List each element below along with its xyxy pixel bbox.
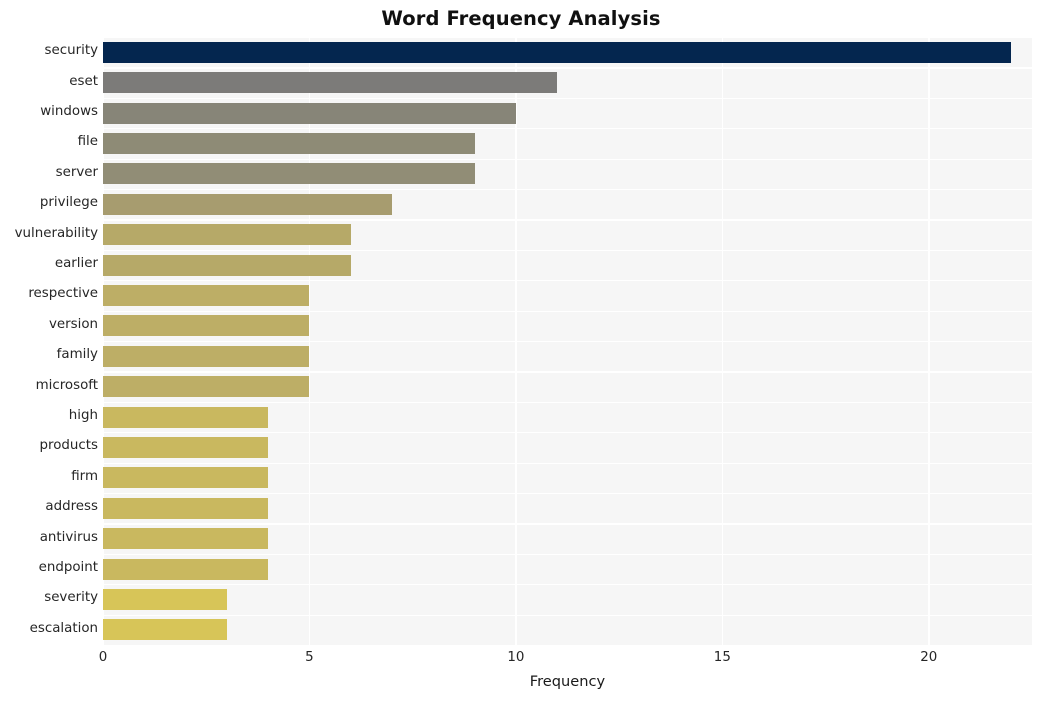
y-axis-tick-label: vulnerability: [14, 225, 98, 241]
y-axis-tick-label: security: [44, 43, 98, 59]
bar: [103, 132, 475, 154]
horizontal-gridline: [103, 553, 1032, 556]
chart-title: Word Frequency Analysis: [381, 7, 661, 30]
bar: [103, 102, 516, 124]
y-axis-tick-label: earlier: [54, 256, 98, 271]
horizontal-gridline: [103, 432, 1032, 434]
horizontal-gridline: [103, 614, 1032, 616]
x-axis-tick-label: 10: [507, 650, 525, 665]
horizontal-gridline: [103, 371, 1032, 373]
vertical-gridline: [308, 37, 311, 645]
y-axis-tick-label: products: [39, 438, 98, 454]
y-axis-tick-label: severity: [44, 590, 98, 606]
horizontal-gridline: [103, 158, 1032, 160]
plot-area: [103, 37, 1032, 645]
x-axis-tick-label: 20: [920, 650, 938, 665]
horizontal-gridline: [103, 401, 1032, 404]
y-axis-tick-label: high: [68, 408, 98, 423]
horizontal-gridline: [103, 341, 1032, 343]
horizontal-gridline: [103, 128, 1032, 130]
y-axis-tick-label: privilege: [39, 195, 98, 211]
y-axis-tick-label: eset: [69, 73, 98, 89]
horizontal-gridline: [103, 67, 1032, 69]
y-axis-tick-label: family: [56, 347, 98, 363]
bar: [103, 528, 269, 550]
y-axis-tick-label: windows: [40, 104, 98, 119]
bar: [103, 224, 351, 246]
horizontal-gridline: [103, 523, 1032, 525]
y-axis-tick-label: microsoft: [35, 377, 98, 393]
horizontal-gridline: [103, 280, 1032, 282]
horizontal-gridline: [103, 462, 1032, 464]
bar: [103, 619, 227, 641]
bar: [103, 193, 393, 215]
horizontal-gridline: [103, 493, 1032, 495]
horizontal-gridline: [103, 584, 1032, 586]
y-axis-tick-label: file: [77, 134, 98, 150]
bar: [103, 376, 310, 398]
bar: [103, 588, 227, 610]
horizontal-gridline: [103, 310, 1032, 312]
horizontal-gridline: [103, 249, 1032, 252]
y-axis-tick-labels: security eset windows file server privilege vu…: [0, 37, 98, 645]
bar: [103, 467, 269, 489]
bar: [103, 72, 558, 94]
y-axis-tick-label: endpoint: [38, 560, 98, 575]
x-axis-tick-label: 5: [305, 650, 314, 665]
y-axis-tick-label: version: [48, 316, 98, 332]
bar: [103, 163, 475, 185]
bar: [103, 558, 269, 580]
horizontal-gridline: [103, 219, 1032, 221]
x-axis-label: Frequency: [529, 673, 606, 690]
y-axis-tick-label: antivirus: [39, 529, 98, 545]
y-axis-tick-label: address: [45, 499, 98, 515]
horizontal-gridline: [103, 189, 1032, 191]
y-axis-tick-label: respective: [28, 286, 98, 302]
x-axis-tick-labels: 0 5 10 15 20: [99, 645, 1032, 671]
bar: [103, 345, 310, 367]
bar: [103, 315, 310, 337]
vertical-gridline: [721, 37, 724, 645]
bar: [103, 254, 351, 276]
horizontal-gridline: [103, 97, 1032, 100]
bar: [103, 497, 269, 519]
bar: [103, 436, 269, 458]
vertical-gridline: [927, 37, 930, 645]
bar: [103, 41, 1012, 63]
bar: [103, 406, 269, 428]
bar: [103, 284, 310, 306]
horizontal-gridline: [103, 37, 1032, 39]
x-axis-tick-label: 0: [98, 650, 108, 665]
word-frequency-chart: Word Frequency Analysis security eset wind…: [0, 0, 1042, 701]
y-axis-tick-label: escalation: [29, 620, 98, 636]
y-axis-tick-label: firm: [71, 468, 98, 484]
vertical-gridline: [515, 37, 517, 645]
vertical-gridline: [103, 37, 104, 645]
x-axis-tick-label: 15: [713, 650, 731, 665]
y-axis-tick-label: server: [55, 164, 98, 180]
